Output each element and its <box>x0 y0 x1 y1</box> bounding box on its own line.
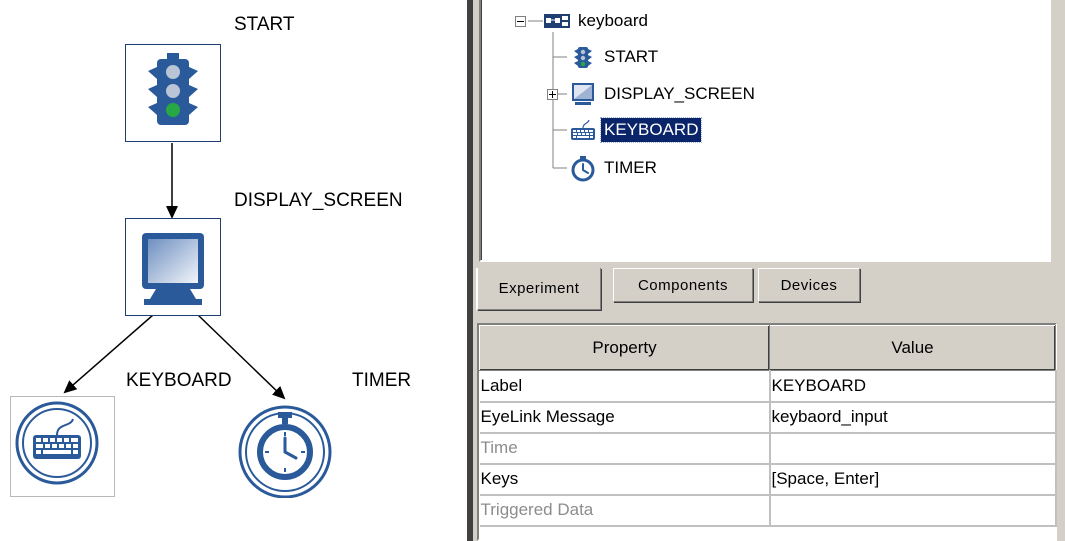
node-keyboard[interactable] <box>10 396 115 497</box>
property-value[interactable]: [Space, Enter] <box>769 463 1057 496</box>
structure-panel: keyboard START DISPLAY_SCREEN KEYBOARD T… <box>467 0 1065 541</box>
traffic-light-icon <box>574 47 592 68</box>
tree-item-display-screen[interactable]: DISPLAY_SCREEN <box>569 80 758 108</box>
tab-devices[interactable]: Devices <box>758 268 860 302</box>
tree-item-label: START <box>604 47 659 66</box>
table-row[interactable]: Triggered Data <box>479 494 1057 527</box>
property-name: Time <box>479 432 771 465</box>
table-row[interactable]: Time <box>479 432 1057 465</box>
tree-item-timer[interactable]: TIMER <box>569 154 660 182</box>
splitter[interactable] <box>467 0 473 541</box>
property-value[interactable]: KEYBOARD <box>769 370 1057 403</box>
tab-experiment[interactable]: Experiment <box>477 268 601 310</box>
keyboard-icon <box>15 401 99 485</box>
tree-item-start[interactable]: START <box>569 43 661 71</box>
property-value[interactable]: keybaord_input <box>769 401 1057 434</box>
node-label-keyboard: KEYBOARD <box>126 370 232 391</box>
property-name: Triggered Data <box>479 494 771 527</box>
experiment-tree[interactable]: keyboard START DISPLAY_SCREEN KEYBOARD T… <box>479 0 1051 262</box>
stopwatch-icon <box>238 405 332 498</box>
sequence-icon <box>544 14 570 28</box>
tree-root[interactable]: keyboard <box>543 7 651 35</box>
property-name: Keys <box>479 463 771 496</box>
property-name: EyeLink Message <box>479 401 771 434</box>
stopwatch-icon <box>571 156 595 182</box>
tree-item-label: KEYBOARD <box>599 117 703 143</box>
tree-item-label: TIMER <box>604 158 657 177</box>
tree-root-label: keyboard <box>578 11 648 30</box>
tree-expand-toggle[interactable] <box>547 89 558 100</box>
tree-item-label: DISPLAY_SCREEN <box>604 84 755 103</box>
monitor-icon <box>572 83 594 105</box>
keyboard-icon <box>571 119 595 140</box>
tab-components[interactable]: Components <box>613 268 753 302</box>
property-value[interactable] <box>769 494 1057 527</box>
node-label-display-screen: DISPLAY_SCREEN <box>234 190 403 211</box>
panel-tabs: Experiment Components Devices <box>477 268 1057 310</box>
traffic-light-icon <box>148 53 198 125</box>
table-row[interactable]: Keys [Space, Enter] <box>479 463 1057 496</box>
node-display-screen[interactable] <box>125 218 221 316</box>
column-header-value[interactable]: Value <box>769 325 1056 371</box>
node-label-timer: TIMER <box>352 370 412 391</box>
node-timer[interactable] <box>236 402 334 498</box>
monitor-icon <box>142 233 204 305</box>
property-name: Label <box>479 370 771 403</box>
tree-item-keyboard[interactable]: KEYBOARD <box>569 116 703 144</box>
property-value[interactable] <box>769 432 1057 465</box>
column-header-property[interactable]: Property <box>479 325 770 371</box>
property-table: Property Value Label KEYBOARD EyeLink Me… <box>477 323 1057 541</box>
flow-graph[interactable]: START DISPLAY_SCREEN KEYBOARD TIMER <box>0 0 465 541</box>
table-row[interactable]: Label KEYBOARD <box>479 370 1057 403</box>
node-start[interactable] <box>125 44 221 142</box>
node-label-start: START <box>234 14 295 35</box>
tree-collapse-toggle[interactable] <box>515 16 526 27</box>
table-row[interactable]: EyeLink Message keybaord_input <box>479 401 1057 434</box>
